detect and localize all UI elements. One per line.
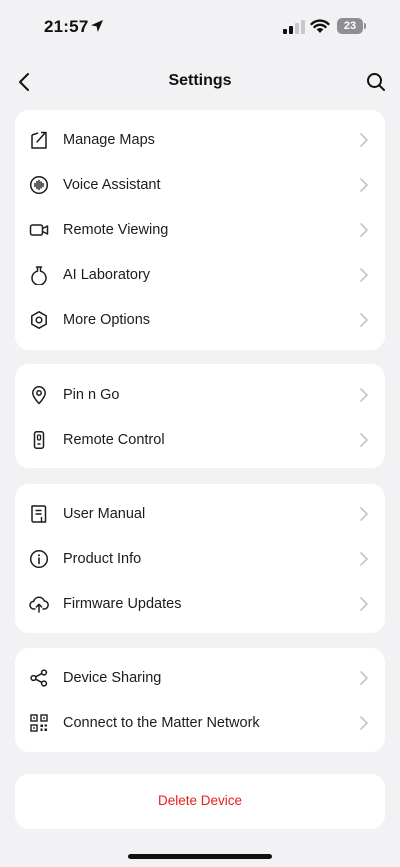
chevron-right-icon	[359, 432, 369, 447]
list-item-label: AI Laboratory	[63, 266, 151, 283]
chevron-right-icon	[359, 387, 369, 402]
settings-group-control: Pin n Go Remote Control	[15, 364, 385, 468]
search-icon	[366, 72, 386, 92]
wifi-icon	[310, 18, 330, 34]
status-bar: 21:57 23	[0, 0, 400, 56]
chevron-right-icon	[359, 267, 369, 282]
list-item-firmware-updates[interactable]: Firmware Updates	[15, 581, 385, 626]
list-item-manage-maps[interactable]: Manage Maps	[15, 117, 385, 162]
list-item-device-sharing[interactable]: Device Sharing	[15, 655, 385, 700]
list-item-product-info[interactable]: Product Info	[15, 536, 385, 581]
list-item-ai-laboratory[interactable]: AI Laboratory	[15, 252, 385, 297]
settings-group-device: Manage Maps Voice Assistant Remote Viewi…	[15, 110, 385, 350]
settings-group-sharing: Device Sharing Connect to the Matter Net…	[15, 648, 385, 752]
list-item-matter-network[interactable]: Connect to the Matter Network	[15, 700, 385, 745]
voice-wave-icon	[29, 175, 49, 195]
remote-control-icon	[29, 430, 49, 450]
list-item-label: Voice Assistant	[63, 176, 161, 193]
list-item-voice-assistant[interactable]: Voice Assistant	[15, 162, 385, 207]
delete-device-label: Delete Device	[157, 793, 243, 808]
home-indicator	[128, 854, 272, 859]
cloud-upload-icon	[29, 594, 49, 614]
chevron-right-icon	[359, 506, 369, 521]
list-item-user-manual[interactable]: User Manual	[15, 491, 385, 536]
hexagon-nut-icon	[29, 310, 49, 330]
list-item-remote-control[interactable]: Remote Control	[15, 417, 385, 462]
status-time: 21:57	[44, 17, 89, 36]
list-item-remote-viewing[interactable]: Remote Viewing	[15, 207, 385, 252]
chevron-right-icon	[359, 132, 369, 147]
battery-level: 23	[343, 20, 357, 32]
manual-book-icon	[29, 504, 49, 524]
list-item-label: Firmware Updates	[63, 595, 182, 612]
chevron-right-icon	[359, 222, 369, 237]
chevron-right-icon	[359, 177, 369, 192]
map-icon	[29, 130, 49, 150]
delete-device-button[interactable]: Delete Device	[15, 774, 385, 829]
chevron-right-icon	[359, 715, 369, 730]
signal-icon	[283, 20, 305, 34]
list-item-label: Remote Control	[63, 431, 165, 448]
list-item-label: Device Sharing	[63, 669, 162, 686]
chevron-right-icon	[359, 670, 369, 685]
location-pin-icon	[29, 385, 49, 405]
list-item-label: Pin n Go	[63, 386, 120, 403]
battery-icon: 23	[337, 18, 366, 34]
search-button[interactable]	[362, 68, 390, 96]
flask-icon	[29, 265, 49, 285]
chevron-right-icon	[359, 551, 369, 566]
list-item-label: More Options	[63, 311, 151, 328]
list-item-label: Manage Maps	[63, 131, 155, 148]
list-item-pin-n-go[interactable]: Pin n Go	[15, 372, 385, 417]
share-icon	[29, 668, 49, 688]
chevron-right-icon	[359, 312, 369, 327]
list-item-label: Connect to the Matter Network	[63, 714, 260, 731]
list-item-more-options[interactable]: More Options	[15, 297, 385, 342]
list-item-label: Product Info	[63, 550, 142, 567]
qr-code-icon	[29, 713, 49, 733]
settings-screen: 21:57 23 Settings Manage Maps Voice Assi…	[0, 0, 400, 867]
nav-bar: Settings	[0, 60, 400, 104]
info-circle-icon	[29, 549, 49, 569]
list-item-label: Remote Viewing	[63, 221, 169, 238]
settings-group-info: User Manual Product Info Firmware Update…	[15, 484, 385, 633]
video-camera-icon	[29, 220, 49, 240]
location-arrow-icon	[90, 19, 104, 33]
list-item-label: User Manual	[63, 505, 146, 522]
page-title: Settings	[168, 72, 232, 89]
chevron-right-icon	[359, 596, 369, 611]
